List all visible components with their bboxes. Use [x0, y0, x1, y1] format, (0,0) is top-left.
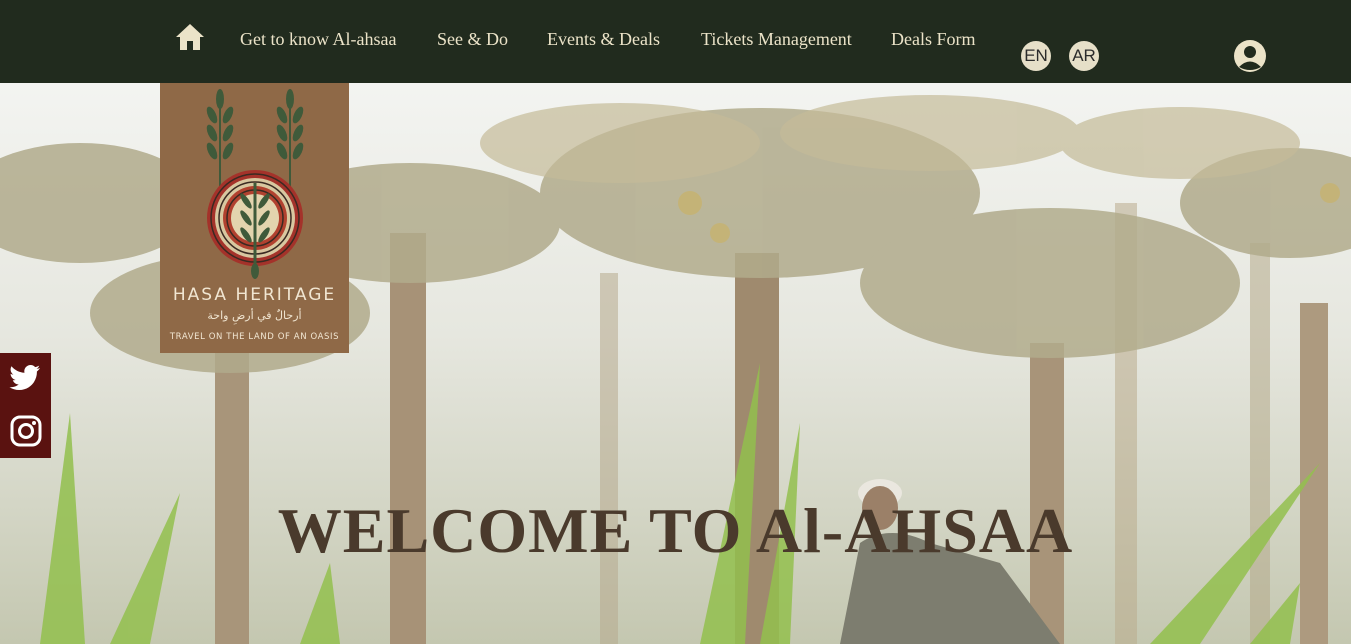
welcome-headline: WELCOME TO Al-AHSAA [277, 495, 1074, 566]
language-ar-button[interactable]: AR [1069, 41, 1099, 71]
nav-see-and-do[interactable]: See & Do [437, 29, 508, 50]
nav-events-deals[interactable]: Events & Deals [547, 29, 660, 50]
logo-emblem [206, 89, 304, 279]
nav-get-to-know[interactable]: Get to know Al-ahsaa [240, 29, 396, 50]
logo-title: HASA HERITAGE [172, 285, 337, 305]
language-en-button[interactable]: EN [1021, 41, 1051, 71]
home-icon[interactable] [175, 23, 205, 51]
user-account-icon[interactable] [1233, 39, 1267, 73]
logo-arabic-slogan: أرحالٌ في أرضِ واحة [207, 309, 302, 322]
twitter-icon[interactable] [8, 359, 44, 395]
nav-deals-form[interactable]: Deals Form [891, 29, 976, 50]
hasa-heritage-logo[interactable]: HASA HERITAGE أرحالٌ في أرضِ واحة TRAVEL… [160, 83, 349, 353]
top-navigation-bar: Get to know Al-ahsaa See & Do Events & D… [0, 0, 1351, 83]
instagram-icon[interactable] [8, 413, 44, 449]
social-links-sidebar [0, 353, 51, 458]
nav-tickets-management[interactable]: Tickets Management [701, 29, 852, 50]
logo-tagline: TRAVEL ON THE LAND OF AN OASIS [169, 332, 340, 342]
